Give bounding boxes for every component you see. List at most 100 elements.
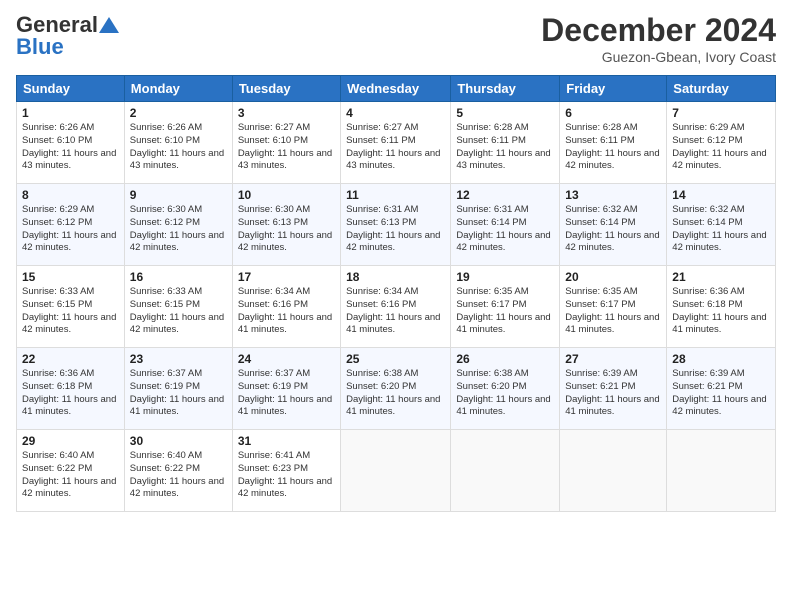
day-info: Sunrise: 6:26 AMSunset: 6:10 PMDaylight:…	[130, 122, 227, 173]
calendar-cell: 13Sunrise: 6:32 AMSunset: 6:14 PMDayligh…	[560, 184, 667, 266]
calendar-cell: 1 Sunrise: 6:26 AMSunset: 6:10 PMDaylight…	[17, 102, 125, 184]
day-number: 1	[22, 106, 119, 120]
calendar-cell	[560, 430, 667, 512]
page: General Blue December 2024 Guezon-Gbean,…	[0, 0, 792, 612]
day-number: 25	[346, 352, 445, 366]
day-number: 27	[565, 352, 661, 366]
day-header-sunday: Sunday	[17, 76, 125, 102]
calendar-cell: 25 Sunrise: 6:38 AMSunset: 6:20 PMDayligh…	[341, 348, 451, 430]
calendar-cell: 2 Sunrise: 6:26 AMSunset: 6:10 PMDaylight…	[124, 102, 232, 184]
day-header-monday: Monday	[124, 76, 232, 102]
day-number: 30	[130, 434, 227, 448]
day-number: 20	[565, 270, 661, 284]
day-number: 23	[130, 352, 227, 366]
calendar-cell: 20 Sunrise: 6:35 AMSunset: 6:17 PMDayligh…	[560, 266, 667, 348]
day-info: Sunrise: 6:39 AMSunset: 6:21 PMDaylight:…	[672, 368, 770, 419]
day-info: Sunrise: 6:33 AMSunset: 6:15 PMDaylight:…	[130, 286, 227, 337]
logo-triangle-icon	[99, 15, 119, 35]
day-number: 12	[456, 188, 554, 202]
calendar-week-2: 8Sunrise: 6:29 AMSunset: 6:12 PMDaylight…	[17, 184, 776, 266]
calendar-cell: 9 Sunrise: 6:30 AMSunset: 6:12 PMDaylight…	[124, 184, 232, 266]
calendar-cell: 26 Sunrise: 6:38 AMSunset: 6:20 PMDayligh…	[451, 348, 560, 430]
logo-blue-text: Blue	[16, 34, 64, 60]
day-info: Sunrise: 6:27 AMSunset: 6:11 PMDaylight:…	[346, 122, 445, 173]
day-info: Sunrise: 6:39 AMSunset: 6:21 PMDaylight:…	[565, 368, 661, 419]
day-info: Sunrise: 6:35 AMSunset: 6:17 PMDaylight:…	[565, 286, 661, 337]
logo: General Blue	[16, 12, 119, 60]
day-number: 3	[238, 106, 335, 120]
day-number: 29	[22, 434, 119, 448]
day-number: 10	[238, 188, 335, 202]
day-info: Sunrise: 6:34 AMSunset: 6:16 PMDaylight:…	[346, 286, 445, 337]
calendar-week-5: 29 Sunrise: 6:40 AMSunset: 6:22 PMDayligh…	[17, 430, 776, 512]
day-info: Sunrise: 6:40 AMSunset: 6:22 PMDaylight:…	[130, 450, 227, 501]
calendar-cell: 23 Sunrise: 6:37 AMSunset: 6:19 PMDayligh…	[124, 348, 232, 430]
calendar-cell: 28 Sunrise: 6:39 AMSunset: 6:21 PMDayligh…	[667, 348, 776, 430]
day-number: 28	[672, 352, 770, 366]
calendar-cell: 29 Sunrise: 6:40 AMSunset: 6:22 PMDayligh…	[17, 430, 125, 512]
day-header-tuesday: Tuesday	[232, 76, 340, 102]
day-number: 26	[456, 352, 554, 366]
calendar-cell: 14 Sunrise: 6:32 AMSunset: 6:14 PMDayligh…	[667, 184, 776, 266]
calendar-cell: 5Sunrise: 6:28 AMSunset: 6:11 PMDaylight…	[451, 102, 560, 184]
day-number: 11	[346, 188, 445, 202]
day-number: 6	[565, 106, 661, 120]
day-info: Sunrise: 6:31 AMSunset: 6:14 PMDaylight:…	[456, 204, 554, 255]
day-info: Sunrise: 6:26 AMSunset: 6:10 PMDaylight:…	[22, 122, 119, 173]
day-info: Sunrise: 6:32 AMSunset: 6:14 PMDaylight:…	[672, 204, 770, 255]
location: Guezon-Gbean, Ivory Coast	[541, 49, 776, 65]
day-info: Sunrise: 6:30 AMSunset: 6:13 PMDaylight:…	[238, 204, 335, 255]
calendar-cell	[667, 430, 776, 512]
day-info: Sunrise: 6:40 AMSunset: 6:22 PMDaylight:…	[22, 450, 119, 501]
calendar-cell: 27 Sunrise: 6:39 AMSunset: 6:21 PMDayligh…	[560, 348, 667, 430]
day-number: 4	[346, 106, 445, 120]
calendar-table: SundayMondayTuesdayWednesdayThursdayFrid…	[16, 75, 776, 512]
day-info: Sunrise: 6:38 AMSunset: 6:20 PMDaylight:…	[346, 368, 445, 419]
calendar-cell: 10 Sunrise: 6:30 AMSunset: 6:13 PMDayligh…	[232, 184, 340, 266]
calendar-header-row: SundayMondayTuesdayWednesdayThursdayFrid…	[17, 76, 776, 102]
calendar-cell: 19Sunrise: 6:35 AMSunset: 6:17 PMDayligh…	[451, 266, 560, 348]
calendar-cell: 24Sunrise: 6:37 AMSunset: 6:19 PMDayligh…	[232, 348, 340, 430]
day-number: 19	[456, 270, 554, 284]
calendar-cell	[451, 430, 560, 512]
calendar-week-1: 1 Sunrise: 6:26 AMSunset: 6:10 PMDaylight…	[17, 102, 776, 184]
calendar-cell: 12 Sunrise: 6:31 AMSunset: 6:14 PMDayligh…	[451, 184, 560, 266]
day-number: 16	[130, 270, 227, 284]
calendar-cell: 4 Sunrise: 6:27 AMSunset: 6:11 PMDaylight…	[341, 102, 451, 184]
day-number: 31	[238, 434, 335, 448]
day-header-friday: Friday	[560, 76, 667, 102]
calendar-week-4: 22Sunrise: 6:36 AMSunset: 6:18 PMDayligh…	[17, 348, 776, 430]
calendar-cell: 17Sunrise: 6:34 AMSunset: 6:16 PMDayligh…	[232, 266, 340, 348]
day-info: Sunrise: 6:36 AMSunset: 6:18 PMDaylight:…	[672, 286, 770, 337]
header: General Blue December 2024 Guezon-Gbean,…	[16, 12, 776, 65]
calendar-cell: 6Sunrise: 6:28 AMSunset: 6:11 PMDaylight…	[560, 102, 667, 184]
calendar-cell	[341, 430, 451, 512]
calendar-cell: 7Sunrise: 6:29 AMSunset: 6:12 PMDaylight…	[667, 102, 776, 184]
day-info: Sunrise: 6:31 AMSunset: 6:13 PMDaylight:…	[346, 204, 445, 255]
calendar-cell: 15Sunrise: 6:33 AMSunset: 6:15 PMDayligh…	[17, 266, 125, 348]
day-number: 18	[346, 270, 445, 284]
day-info: Sunrise: 6:41 AMSunset: 6:23 PMDaylight:…	[238, 450, 335, 501]
calendar-cell: 31 Sunrise: 6:41 AMSunset: 6:23 PMDayligh…	[232, 430, 340, 512]
day-number: 13	[565, 188, 661, 202]
month-title: December 2024	[541, 12, 776, 49]
calendar-cell: 30 Sunrise: 6:40 AMSunset: 6:22 PMDayligh…	[124, 430, 232, 512]
calendar-cell: 18 Sunrise: 6:34 AMSunset: 6:16 PMDayligh…	[341, 266, 451, 348]
day-header-wednesday: Wednesday	[341, 76, 451, 102]
title-block: December 2024 Guezon-Gbean, Ivory Coast	[541, 12, 776, 65]
day-info: Sunrise: 6:38 AMSunset: 6:20 PMDaylight:…	[456, 368, 554, 419]
day-info: Sunrise: 6:37 AMSunset: 6:19 PMDaylight:…	[130, 368, 227, 419]
calendar-week-3: 15Sunrise: 6:33 AMSunset: 6:15 PMDayligh…	[17, 266, 776, 348]
day-info: Sunrise: 6:30 AMSunset: 6:12 PMDaylight:…	[130, 204, 227, 255]
day-number: 9	[130, 188, 227, 202]
day-header-thursday: Thursday	[451, 76, 560, 102]
day-number: 2	[130, 106, 227, 120]
day-info: Sunrise: 6:29 AMSunset: 6:12 PMDaylight:…	[672, 122, 770, 173]
day-number: 8	[22, 188, 119, 202]
calendar-cell: 22Sunrise: 6:36 AMSunset: 6:18 PMDayligh…	[17, 348, 125, 430]
day-number: 14	[672, 188, 770, 202]
day-number: 17	[238, 270, 335, 284]
calendar-cell: 16 Sunrise: 6:33 AMSunset: 6:15 PMDayligh…	[124, 266, 232, 348]
calendar-cell: 3Sunrise: 6:27 AMSunset: 6:10 PMDaylight…	[232, 102, 340, 184]
day-number: 24	[238, 352, 335, 366]
